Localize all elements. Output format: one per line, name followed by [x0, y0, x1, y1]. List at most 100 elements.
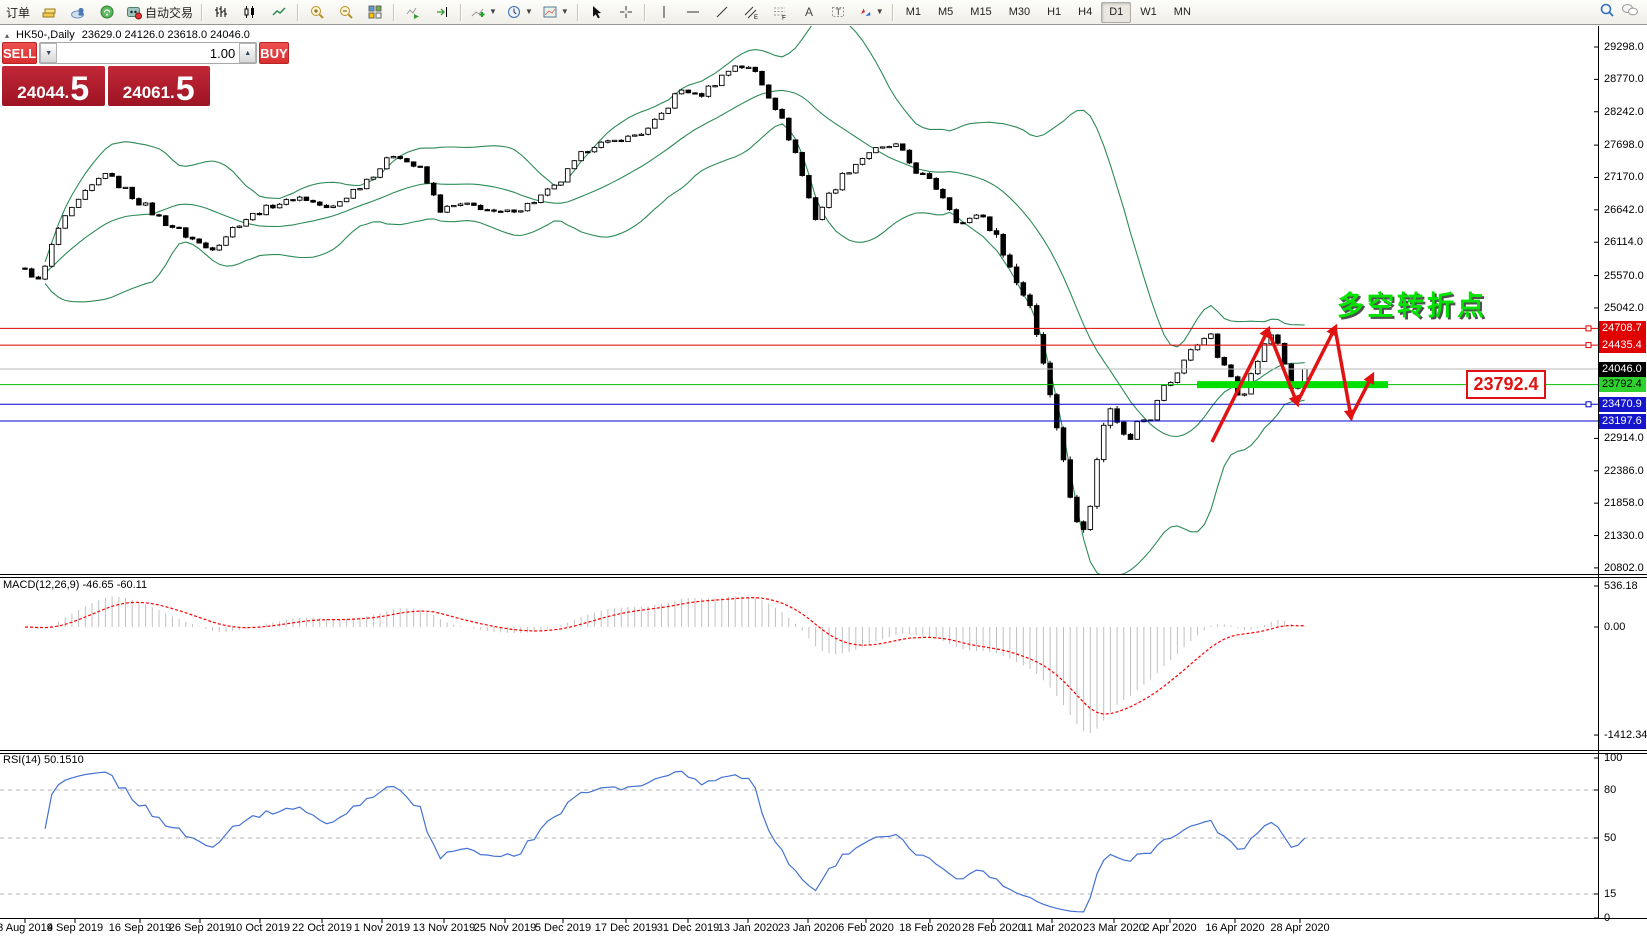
volume-decrease-button[interactable]: ▼ [40, 43, 58, 63]
chevron-down-icon: ▼ [560, 7, 569, 16]
toolbar-separator [891, 3, 894, 21]
axis-tick-label: 26114.0 [1604, 236, 1643, 249]
channel-icon: E [743, 4, 759, 20]
new-order-label: 订单 [6, 5, 31, 20]
autotrading-toggle[interactable]: 自动交易 [122, 1, 197, 24]
buy-button[interactable]: BUY [259, 42, 289, 64]
axis-tick-label: 100 [1604, 752, 1623, 764]
cloud-person-icon [70, 4, 86, 20]
candlestick-mode-button[interactable] [236, 1, 264, 24]
date-tick-label: 23 Jan 2020 [777, 922, 839, 934]
chevron-down-icon: ▼ [489, 7, 497, 16]
price-level-badge: 24708.7 [1599, 320, 1646, 336]
buy-button-label: BUY [260, 45, 288, 61]
price-level-badge: 24435.4 [1599, 337, 1646, 353]
tab-timeframe-h1[interactable]: H1 [1039, 2, 1069, 23]
autotrading-icon [126, 4, 143, 20]
line-chart-icon [271, 4, 287, 20]
date-tick-label: 16 Apr 2020 [1205, 922, 1265, 934]
tile-windows-button[interactable] [361, 1, 389, 24]
new-order-button[interactable]: 订单 [2, 1, 34, 24]
vertical-line-icon [656, 4, 672, 20]
volume-input[interactable] [57, 43, 240, 63]
toolbar-separator [393, 3, 396, 21]
text-icon: A [801, 4, 817, 20]
horizontal-line-icon [685, 4, 701, 20]
community-button[interactable] [64, 1, 92, 24]
chat-icon[interactable] [1621, 2, 1639, 23]
arrows-icon [857, 4, 873, 20]
auto-scroll-button[interactable] [399, 1, 427, 24]
autotrading-label: 自动交易 [145, 5, 194, 20]
price-level-badge: 23792.4 [1599, 377, 1646, 393]
date-tick-label: 16 Sep 2019 [108, 922, 172, 934]
timeframe-toolbar: M1 M5 M15 M30 H1 H4 D1 W1 MN [898, 1, 1199, 23]
zoom-out-button[interactable] [332, 1, 360, 24]
buy-price: 24061. [122, 83, 175, 103]
text-label-tool-button[interactable]: T [824, 1, 852, 24]
date-tick-label: 10 Oct 2019 [230, 922, 290, 934]
signals-button[interactable] [93, 1, 121, 24]
template-icon [542, 4, 558, 20]
search-icon[interactable] [1599, 2, 1615, 23]
svg-text:E: E [754, 15, 758, 20]
date-tick-label: 5 Dec 2019 [534, 922, 592, 934]
date-tick-label: 25 Nov 2019 [473, 922, 537, 934]
macd-label: MACD(12,26,9) -46.65 -60.11 [3, 579, 148, 591]
tab-timeframe-m15[interactable]: M15 [962, 2, 999, 23]
tab-timeframe-m5[interactable]: M5 [930, 2, 961, 23]
pivot-annotation[interactable]: 多空转折点 [1337, 284, 1487, 323]
sell-button[interactable]: SELL [2, 42, 38, 64]
text-tool-button[interactable]: A [795, 1, 823, 24]
templates-button[interactable]: ▼ [538, 1, 573, 24]
horizontal-line-tool-button[interactable] [679, 1, 707, 24]
date-tick-label: 26 Sep 2019 [168, 922, 232, 934]
zoom-in-button[interactable] [303, 1, 331, 24]
vertical-line-tool-button[interactable] [650, 1, 678, 24]
axis-tick-label: 22386.0 [1604, 464, 1644, 477]
add-indicator-icon [470, 4, 486, 20]
gold-bar-icon [41, 4, 57, 20]
equidistant-channel-tool-button[interactable]: E [737, 1, 765, 24]
sell-price-panel[interactable]: 24044. 5 [2, 66, 105, 106]
date-tick-label: 2 Apr 2020 [1143, 922, 1197, 934]
sell-price-pips: 5 [70, 70, 90, 109]
toolbar-separator [297, 3, 300, 21]
date-tick-label: 11 Mar 2020 [1021, 922, 1083, 934]
tab-timeframe-w1[interactable]: W1 [1132, 2, 1165, 23]
arrows-tool-button[interactable]: ▼ [853, 1, 888, 24]
tab-timeframe-mn[interactable]: MN [1166, 2, 1199, 23]
market-button[interactable] [35, 1, 63, 24]
price-level-badge: 24046.0 [1599, 361, 1646, 377]
level-callout[interactable]: 23792.4 [1466, 370, 1546, 399]
crosshair-tool-button[interactable] [612, 1, 640, 24]
volume-increase-button[interactable]: ▲ [239, 43, 257, 63]
trendline-tool-button[interactable] [708, 1, 736, 24]
chart-shift-button[interactable] [428, 1, 456, 24]
line-chart-mode-button[interactable] [265, 1, 293, 24]
axis-tick-label: 27698.0 [1604, 139, 1644, 152]
chart-symbol-period: HK50-,Daily [16, 29, 75, 41]
axis-tick-label: 80 [1604, 784, 1617, 796]
tab-timeframe-m1[interactable]: M1 [898, 2, 929, 23]
cursor-tool-button[interactable] [583, 1, 611, 24]
volume-box: ▼ ▲ [39, 42, 258, 64]
tab-timeframe-d1[interactable]: D1 [1101, 1, 1132, 23]
buy-price-panel[interactable]: 24061. 5 [107, 66, 210, 106]
date-tick-label: 3 Aug 2019 [0, 922, 53, 934]
indicators-button[interactable]: ▼ [466, 1, 501, 24]
date-tick-label: 28 Feb 2020 [962, 922, 1024, 934]
periods-button[interactable]: ▼ [502, 1, 537, 24]
axis-tick-label: 25570.0 [1604, 269, 1644, 282]
tab-timeframe-m30[interactable]: M30 [1001, 2, 1038, 23]
toolbar-separator [643, 3, 646, 21]
chevron-down-icon: ▼ [875, 7, 884, 16]
bar-chart-mode-button[interactable] [207, 1, 235, 24]
svg-text:F: F [782, 15, 786, 21]
axis-tick-label: 50 [1604, 832, 1617, 844]
fibonacci-tool-button[interactable]: F [766, 1, 794, 24]
toolbar-separator [576, 3, 579, 21]
tab-timeframe-h4[interactable]: H4 [1070, 2, 1100, 23]
date-tick-label: 1 Nov 2019 [353, 922, 411, 934]
price-chart-canvas[interactable] [0, 0, 1647, 942]
